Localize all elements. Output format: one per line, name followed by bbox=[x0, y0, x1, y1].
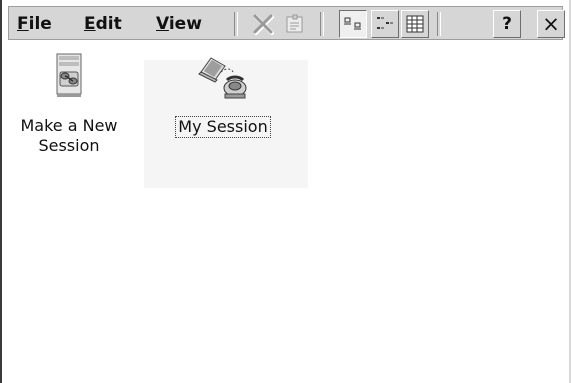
details-view-button[interactable] bbox=[401, 10, 429, 38]
help-icon: ? bbox=[502, 14, 512, 34]
menu-view[interactable]: View bbox=[156, 13, 202, 35]
item-label: My Session bbox=[175, 116, 271, 138]
new-session-icon bbox=[56, 53, 82, 97]
delete-button[interactable] bbox=[249, 10, 277, 38]
file-list-view: Make a New Session My Session bbox=[4, 42, 567, 383]
small-icons-view-icon bbox=[377, 17, 393, 29]
large-icons-view-button[interactable] bbox=[339, 10, 367, 38]
large-icons-view-icon bbox=[344, 17, 361, 30]
small-icons-view-button[interactable] bbox=[371, 10, 399, 38]
toolbar-separator bbox=[320, 12, 324, 36]
toolbar-separator bbox=[234, 12, 238, 36]
session-connection-icon bbox=[198, 57, 247, 99]
details-view-icon bbox=[406, 15, 424, 33]
toolbar-separator bbox=[437, 12, 441, 36]
help-button[interactable]: ? bbox=[493, 10, 521, 38]
delete-x-icon bbox=[253, 14, 274, 35]
close-button[interactable]: × bbox=[537, 10, 565, 38]
menu-edit[interactable]: Edit bbox=[84, 13, 122, 35]
window: File Edit View ? × Make a New Session My… bbox=[0, 0, 571, 383]
properties-icon bbox=[286, 14, 303, 33]
menu-file[interactable]: File bbox=[17, 13, 52, 35]
properties-button[interactable] bbox=[281, 10, 309, 38]
item-label: Make a New Session bbox=[20, 116, 118, 155]
close-icon: × bbox=[542, 12, 560, 36]
my-session-item[interactable]: My Session bbox=[164, 50, 282, 138]
make-new-session-item[interactable]: Make a New Session bbox=[14, 50, 124, 156]
command-bar: File Edit View ? × bbox=[8, 6, 565, 40]
